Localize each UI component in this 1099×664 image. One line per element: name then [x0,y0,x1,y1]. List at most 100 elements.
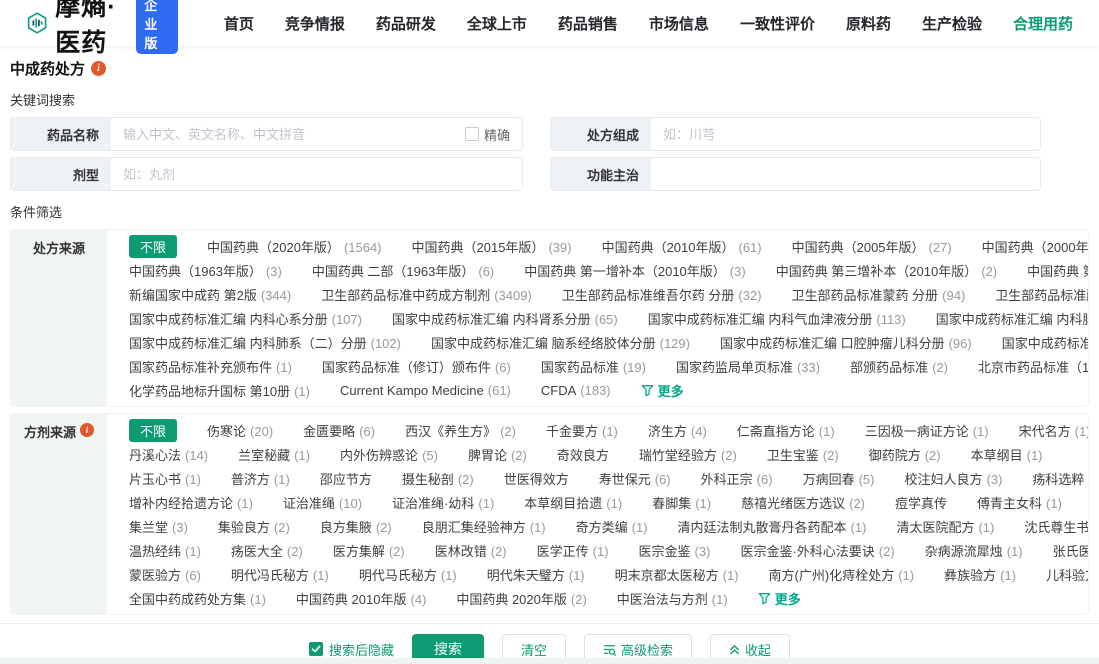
filter-tag[interactable]: 卫生部药品标准维吾尔药 分册(32) [562,285,762,304]
app-logo[interactable]: 摩熵·医药 企业版 [26,0,178,59]
nav-item-7[interactable]: 一致性评价 [740,13,815,34]
nav-item-6[interactable]: 市场信息 [649,13,709,34]
nav-item-5[interactable]: 药品销售 [558,13,618,34]
filter-tag[interactable]: 中国药典 第二增补本 [1027,261,1088,280]
filter-tag[interactable]: 卫生宝鉴(2) [767,445,839,464]
filter-tag[interactable]: 杂病源流犀烛(1) [925,541,1023,560]
filter-tag[interactable]: 万病回春(5) [803,469,875,488]
filter-tag[interactable]: 医方集解(2) [333,541,405,560]
filter-tag[interactable]: 摄生秘剖(2) [402,469,474,488]
filter-tag[interactable]: 部颁药品标准(2) [850,357,948,376]
filter-tag[interactable]: 春脚集(1) [652,493,711,512]
filter-tag[interactable]: 证治准绳(10) [283,493,362,512]
filter-tag[interactable]: 仁斋直指方论(1) [737,421,835,440]
filter-tag[interactable]: 中国药典 第一增补本（2010年版）(3) [524,261,745,280]
filter-tag[interactable]: 化学药品地标升国标 第10册(1) [129,381,310,400]
filter-tag[interactable]: 三因极一病证方论(1) [865,421,989,440]
exact-match-checkbox[interactable]: 精确 [465,118,522,150]
filter-tag[interactable]: 国家药品标准（修订）颁布件(6) [322,357,511,376]
filter-tag-unlimited[interactable]: 不限 [129,235,177,258]
filter-tag[interactable]: 脾胃论(2) [468,445,527,464]
filter-tag[interactable]: 国家药监局单页标准(33) [676,357,820,376]
filter-tag[interactable]: 医林改错(2) [435,541,507,560]
filter-tag[interactable]: 国家药品标准补充颁布件(1) [129,357,292,376]
filter-tag[interactable]: 张氏医通(1) [1053,541,1088,560]
filter-tag[interactable]: 中国药典 第三增补本（2010年版）(2) [776,261,997,280]
filter-tag[interactable]: 国家中成药标准汇编 口腔肿瘤儿科分册(96) [720,333,972,352]
filter-tag[interactable]: 奇效良方 [557,445,609,464]
filter-tag[interactable]: 中国药典（2005年版）(27) [792,237,952,256]
more-link[interactable]: 更多 [758,589,801,608]
filter-tag[interactable]: 御药院方(2) [869,445,941,464]
filter-tag[interactable]: 疡科选粹(3) [1032,469,1088,488]
filter-tag[interactable]: 世医得效方 [504,469,569,488]
filter-tag[interactable]: 良方集腋(2) [320,517,392,536]
info-icon[interactable]: i [91,61,106,76]
filter-tag[interactable]: 国家中成药标准汇编 内科脾胃分册 [936,309,1088,328]
filter-tag[interactable]: 卫生部药品标准蒙药 分册(94) [792,285,966,304]
prescription-composition-input[interactable] [651,118,1040,150]
nav-item-2[interactable]: 竞争情报 [285,13,345,34]
filter-tag[interactable]: 沈氏尊生书(1) [1024,517,1088,536]
nav-item-9[interactable]: 生产检验 [922,13,982,34]
filter-tag[interactable]: 明末京都太医秘方(1) [615,565,739,584]
filter-tag[interactable]: 外科正宗(6) [701,469,773,488]
filter-tag[interactable]: 中医治法与方剂(1) [617,589,728,608]
info-icon[interactable]: i [80,423,94,437]
filter-tag[interactable]: 西汉《养生方》(2) [405,421,516,440]
filter-tag[interactable]: 宋代名方(1) [1019,421,1088,440]
filter-tag[interactable]: 卫生部药品标准藏药 第一册 [995,285,1088,304]
filter-tag[interactable]: 增补内经拾遗方论(1) [129,493,253,512]
filter-tag[interactable]: 医宗金鉴·外科心法要诀(2) [740,541,894,560]
nav-item-4[interactable]: 全球上市 [467,13,527,34]
filter-tag[interactable]: 中国药典 2010年版(4) [296,589,426,608]
filter-tag[interactable]: 国家药品标准(19) [541,357,646,376]
dosage-form-input[interactable] [111,158,522,190]
filter-tag[interactable]: 丹溪心法(14) [129,445,208,464]
nav-item-8[interactable]: 原料药 [846,13,891,34]
filter-tag[interactable]: 兰室秘藏(1) [238,445,310,464]
indications-input[interactable] [651,158,1040,190]
hide-after-search-checkbox[interactable]: 搜索后隐藏 [309,640,394,659]
filter-tag[interactable]: 彝族验方(1) [944,565,1016,584]
filter-tag[interactable]: 国家中成药标准汇编 [1002,333,1088,352]
filter-tag[interactable]: 全国中药成药处方集(1) [129,589,266,608]
filter-tag[interactable]: 明代马氏秘方(1) [359,565,457,584]
nav-item-3[interactable]: 药品研发 [376,13,436,34]
filter-tag[interactable]: 南方(广州)化痔栓处方(1) [769,565,915,584]
filter-tag[interactable]: 济生方(4) [648,421,707,440]
filter-tag[interactable]: 片玉心书(1) [129,469,201,488]
filter-tag[interactable]: 中国药典（1963年版）(3) [129,261,282,280]
filter-tag[interactable]: 中国药典 2020年版(2) [456,589,586,608]
more-link[interactable]: 更多 [641,381,684,400]
filter-tag[interactable]: CFDA(183) [541,383,611,398]
filter-tag[interactable]: 疡医大全(2) [231,541,303,560]
filter-tag[interactable]: 北京市药品标准（1996年版） [978,357,1088,376]
filter-tag[interactable]: 中国药典（2010年版）(61) [602,237,762,256]
filter-tag[interactable]: 慈禧光绪医方选议(2) [741,493,865,512]
filter-tag[interactable]: 伤寒论(20) [207,421,273,440]
filter-tag[interactable]: 明代朱天璧方(1) [487,565,585,584]
filter-tag-unlimited[interactable]: 不限 [129,419,177,442]
filter-tag[interactable]: 良朋汇集经验神方(1) [422,517,546,536]
filter-tag[interactable]: 医学正传(1) [537,541,609,560]
filter-tag[interactable]: 集兰堂(3) [129,517,188,536]
filter-tag[interactable]: 傅青主女科(1) [977,493,1062,512]
filter-tag[interactable]: 国家中成药标准汇编 内科心系分册(107) [129,309,362,328]
filter-tag[interactable]: 医宗金鉴(3) [639,541,711,560]
filter-tag[interactable]: 国家中成药标准汇编 脑系经络胶体分册(129) [431,333,690,352]
filter-tag[interactable]: 国家中成药标准汇编 内科肾系分册(65) [392,309,618,328]
filter-tag[interactable]: 邵应节方 [320,469,372,488]
filter-tag[interactable]: 本草纲目拾遗(1) [524,493,622,512]
filter-tag[interactable]: 卫生部药品标准中药成方制剂(3409) [321,285,532,304]
filter-tag[interactable]: 中国药典（2020年版）(1564) [207,237,382,256]
filter-tag[interactable]: 内外伤辨惑论(5) [340,445,438,464]
filter-tag[interactable]: 中国药典（2000年版）(7) [982,237,1088,256]
filter-tag[interactable]: 千金要方(1) [546,421,618,440]
filter-tag[interactable]: 金匮要略(6) [303,421,375,440]
filter-tag[interactable]: 寿世保元(6) [599,469,671,488]
filter-tag[interactable]: 明代冯氏秘方(1) [231,565,329,584]
filter-tag[interactable]: 本草纲目(1) [971,445,1043,464]
drug-name-input[interactable] [111,118,465,150]
filter-tag[interactable]: 温热经纬(1) [129,541,201,560]
